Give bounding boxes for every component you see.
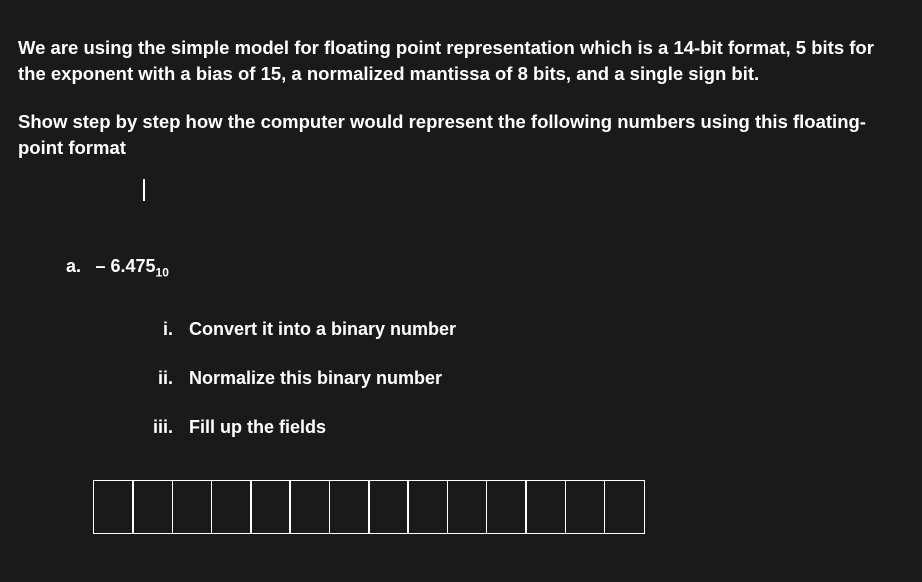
bit-cell — [132, 480, 173, 534]
bit-cell — [289, 480, 330, 534]
question-a-label: a. — [66, 256, 81, 277]
sub-item-ii: ii. Normalize this binary number — [128, 368, 904, 389]
bit-cell — [486, 480, 527, 534]
bit-cell — [93, 480, 134, 534]
intro-text: We are using the simple model for floati… — [18, 35, 904, 87]
sub-item-text: Convert it into a binary number — [189, 319, 456, 340]
sub-item-marker: i. — [128, 319, 173, 340]
question-a-value-main: – 6.475 — [95, 256, 155, 276]
bit-cell — [250, 480, 291, 534]
bit-cell — [329, 480, 370, 534]
question-a-value: – 6.47510 — [95, 256, 168, 276]
question-a: a. – 6.47510 — [66, 256, 904, 280]
sub-item-text: Normalize this binary number — [189, 368, 442, 389]
bit-cell — [525, 480, 566, 534]
sub-item-i: i. Convert it into a binary number — [128, 319, 904, 340]
bit-cell — [447, 480, 488, 534]
bit-cell — [565, 480, 606, 534]
bit-cell — [211, 480, 252, 534]
sub-items-list: i. Convert it into a binary number ii. N… — [128, 319, 904, 438]
bit-cell — [604, 480, 645, 534]
bit-fields-table — [93, 480, 904, 534]
sub-item-text: Fill up the fields — [189, 417, 326, 438]
instruction-text: Show step by step how the computer would… — [18, 109, 904, 161]
bit-cell — [407, 480, 448, 534]
bit-cell — [368, 480, 409, 534]
bit-cell — [172, 480, 213, 534]
text-cursor — [143, 179, 145, 201]
sub-item-marker: ii. — [128, 368, 173, 389]
sub-item-marker: iii. — [128, 417, 173, 438]
sub-item-iii: iii. Fill up the fields — [128, 417, 904, 438]
question-a-subscript: 10 — [156, 265, 169, 279]
